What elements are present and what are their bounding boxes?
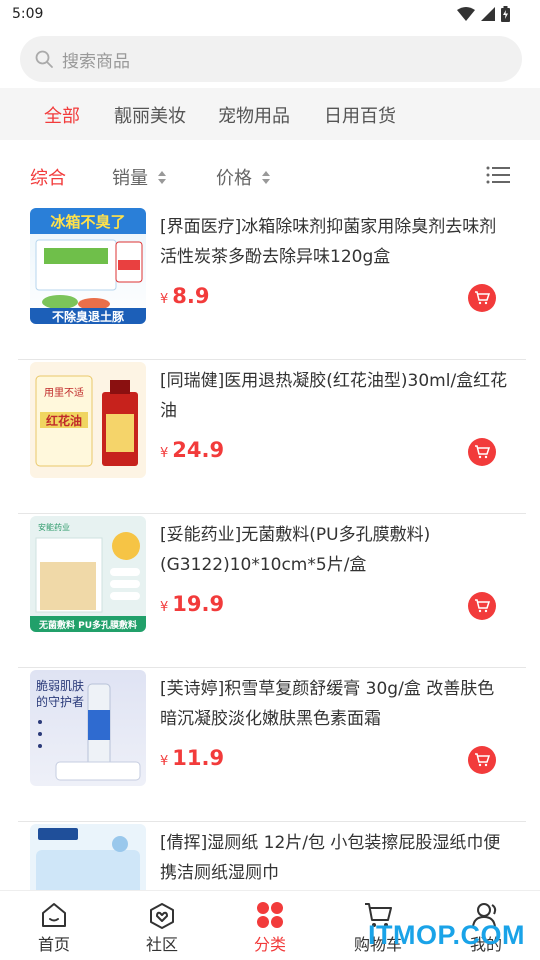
product-price: ¥ 11.9 (160, 746, 225, 770)
sort-bar: 综合 销量 价格 (0, 140, 540, 206)
battery-icon (501, 6, 510, 22)
product-item[interactable]: 用里不适 红花油 [同瑞健]医用退热凝胶(红花油型)30ml/盒红花油 ¥ 24… (0, 360, 540, 514)
tab-home-label: 首页 (37, 935, 70, 954)
tab-category[interactable]: 分类 (216, 891, 324, 960)
cart-icon (475, 445, 490, 459)
product-title: [芙诗婷]积雪草复颜舒缓膏 30g/盒 改善肤色暗沉凝胶淡化嫩肤黑色素面霜 (160, 679, 495, 729)
add-to-cart-button[interactable] (468, 746, 496, 774)
product-list: 冰箱不臭了 不除臭退土豚 [界面医疗]冰箱除味剂抑菌家用除臭剂去味剂活性炭茶多酚… (0, 206, 540, 890)
svg-text:的守护者: 的守护者 (36, 694, 84, 709)
home-icon (42, 903, 66, 927)
product-item[interactable]: 冰箱不臭了 不除臭退土豚 [界面医疗]冰箱除味剂抑菌家用除臭剂去味剂活性炭茶多酚… (0, 206, 540, 360)
product-item[interactable]: 脆弱肌肤 的守护者 [芙诗婷]积雪草复颜舒缓膏 30g/盒 改善肤色暗沉凝胶淡化… (0, 668, 540, 822)
tab-community-label: 社区 (145, 935, 178, 954)
product-image: 安能药业 无菌敷料 PU多孔膜敷料 (30, 516, 146, 632)
add-to-cart-button[interactable] (468, 284, 496, 312)
add-to-cart-button[interactable] (468, 592, 496, 620)
wifi-icon (457, 7, 475, 21)
community-icon (150, 903, 174, 929)
tab-community[interactable]: 社区 (108, 891, 216, 960)
product-item[interactable]: [倩挥]湿厕纸 12片/包 小包装擦屁股湿纸巾便携洁厕纸湿厕巾 (0, 822, 540, 890)
cart-icon (475, 753, 490, 767)
sort-overall[interactable]: 综合 (30, 164, 66, 190)
watermark: ITMOP.COM (368, 920, 526, 950)
product-price: ¥ 8.9 (160, 284, 210, 308)
tab-home[interactable]: 首页 (0, 891, 108, 960)
sort-price[interactable]: 价格 (216, 164, 270, 190)
tab-pet[interactable]: 宠物用品 (218, 102, 290, 128)
add-to-cart-button[interactable] (468, 438, 496, 466)
signal-icon (481, 7, 495, 21)
sort-price-label: 价格 (216, 168, 252, 189)
search-placeholder: 搜索商品 (62, 51, 130, 72)
category-tabs: 全部 靓丽美妆 宠物用品 日用百货 (0, 88, 540, 140)
status-icons (457, 6, 510, 22)
svg-text:安能药业: 安能药业 (38, 522, 70, 532)
product-title: [妥能药业]无菌敷料(PU多孔膜敷料)(G3122)10*10cm*5片/盒 (160, 525, 431, 575)
tab-category-label: 分类 (253, 935, 286, 954)
product-image: 脆弱肌肤 的守护者 (30, 670, 146, 786)
product-price: ¥ 19.9 (160, 592, 225, 616)
svg-text:脆弱肌肤: 脆弱肌肤 (36, 678, 84, 693)
product-title: [同瑞健]医用退热凝胶(红花油型)30ml/盒红花油 (160, 371, 508, 421)
svg-text:不除臭退土豚: 不除臭退土豚 (52, 309, 125, 324)
sort-arrows-icon (262, 170, 270, 184)
product-price: ¥ 24.9 (160, 438, 225, 462)
status-time: 5:09 (12, 6, 44, 22)
tab-beauty[interactable]: 靓丽美妆 (114, 102, 186, 128)
product-title: [倩挥]湿厕纸 12片/包 小包装擦屁股湿纸巾便携洁厕纸湿厕巾 (160, 833, 501, 883)
search-icon (35, 50, 53, 68)
sort-sales-label: 销量 (112, 168, 148, 189)
product-item[interactable]: 安能药业 无菌敷料 PU多孔膜敷料 [妥能药业]无菌敷料(PU多孔膜敷料)(G3… (0, 514, 540, 668)
search-bar: 搜索商品 (0, 30, 540, 88)
product-image: 冰箱不臭了 不除臭退土豚 (30, 208, 146, 324)
search-input[interactable]: 搜索商品 (20, 36, 522, 82)
sort-sales[interactable]: 销量 (112, 164, 166, 190)
category-icon (257, 902, 283, 928)
product-image: 用里不适 红花油 (30, 362, 146, 478)
tab-daily[interactable]: 日用百货 (324, 102, 396, 128)
tab-all[interactable]: 全部 (44, 102, 80, 128)
sort-arrows-icon (158, 170, 166, 184)
cart-icon (475, 291, 490, 305)
product-title: [界面医疗]冰箱除味剂抑菌家用除臭剂去味剂活性炭茶多酚去除异味120g盒 (160, 217, 497, 267)
product-image (30, 824, 146, 890)
svg-text:红花油: 红花油 (46, 413, 82, 428)
svg-text:用里不适: 用里不适 (44, 387, 84, 399)
status-bar: 5:09 (0, 0, 540, 30)
list-view-icon[interactable] (486, 166, 510, 184)
svg-text:无菌敷料 PU多孔膜敷料: 无菌敷料 PU多孔膜敷料 (38, 619, 137, 631)
cart-icon (475, 599, 490, 613)
thumb-text: 冰箱不臭了 (50, 213, 125, 231)
